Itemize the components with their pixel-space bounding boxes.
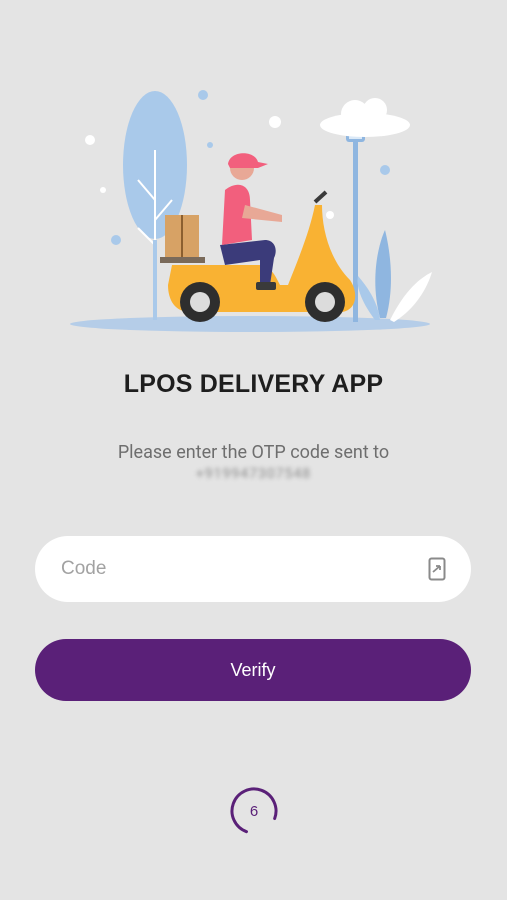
countdown-value: 6 — [249, 802, 259, 820]
app-title: LPOS DELIVERY APP — [123, 370, 384, 398]
code-input-container[interactable] — [35, 535, 471, 603]
sms-phone-icon[interactable] — [427, 556, 447, 582]
otp-instruction-text: Please enter the OTP code sent to — [117, 442, 390, 463]
code-input[interactable] — [59, 535, 427, 603]
countdown-timer: 6 — [228, 785, 280, 837]
verify-button[interactable]: Verify — [35, 639, 471, 701]
masked-phone-number: +919947307548 — [195, 466, 312, 482]
delivery-scooter-illustration — [70, 90, 432, 332]
